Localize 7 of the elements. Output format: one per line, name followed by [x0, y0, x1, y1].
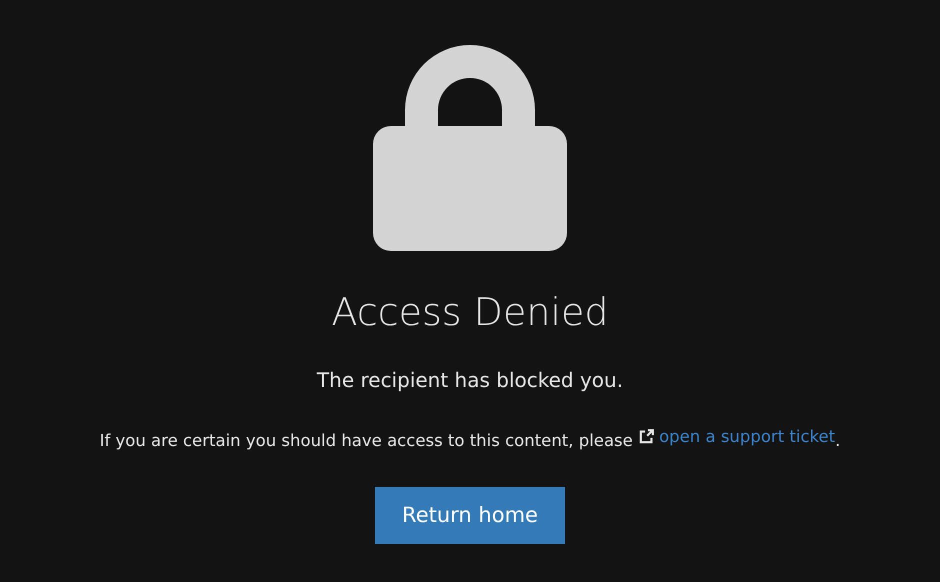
padlock-icon — [373, 44, 567, 251]
blocked-message: The recipient has blocked you. — [316, 366, 624, 394]
page-title: Access Denied — [332, 289, 608, 336]
return-home-button[interactable]: Return home — [375, 487, 565, 544]
external-link-icon — [638, 428, 656, 446]
help-text: If you are certain you should have access to this content, please open a support ticket. — [100, 424, 840, 452]
support-ticket-link[interactable]: open a support ticket — [638, 424, 836, 450]
